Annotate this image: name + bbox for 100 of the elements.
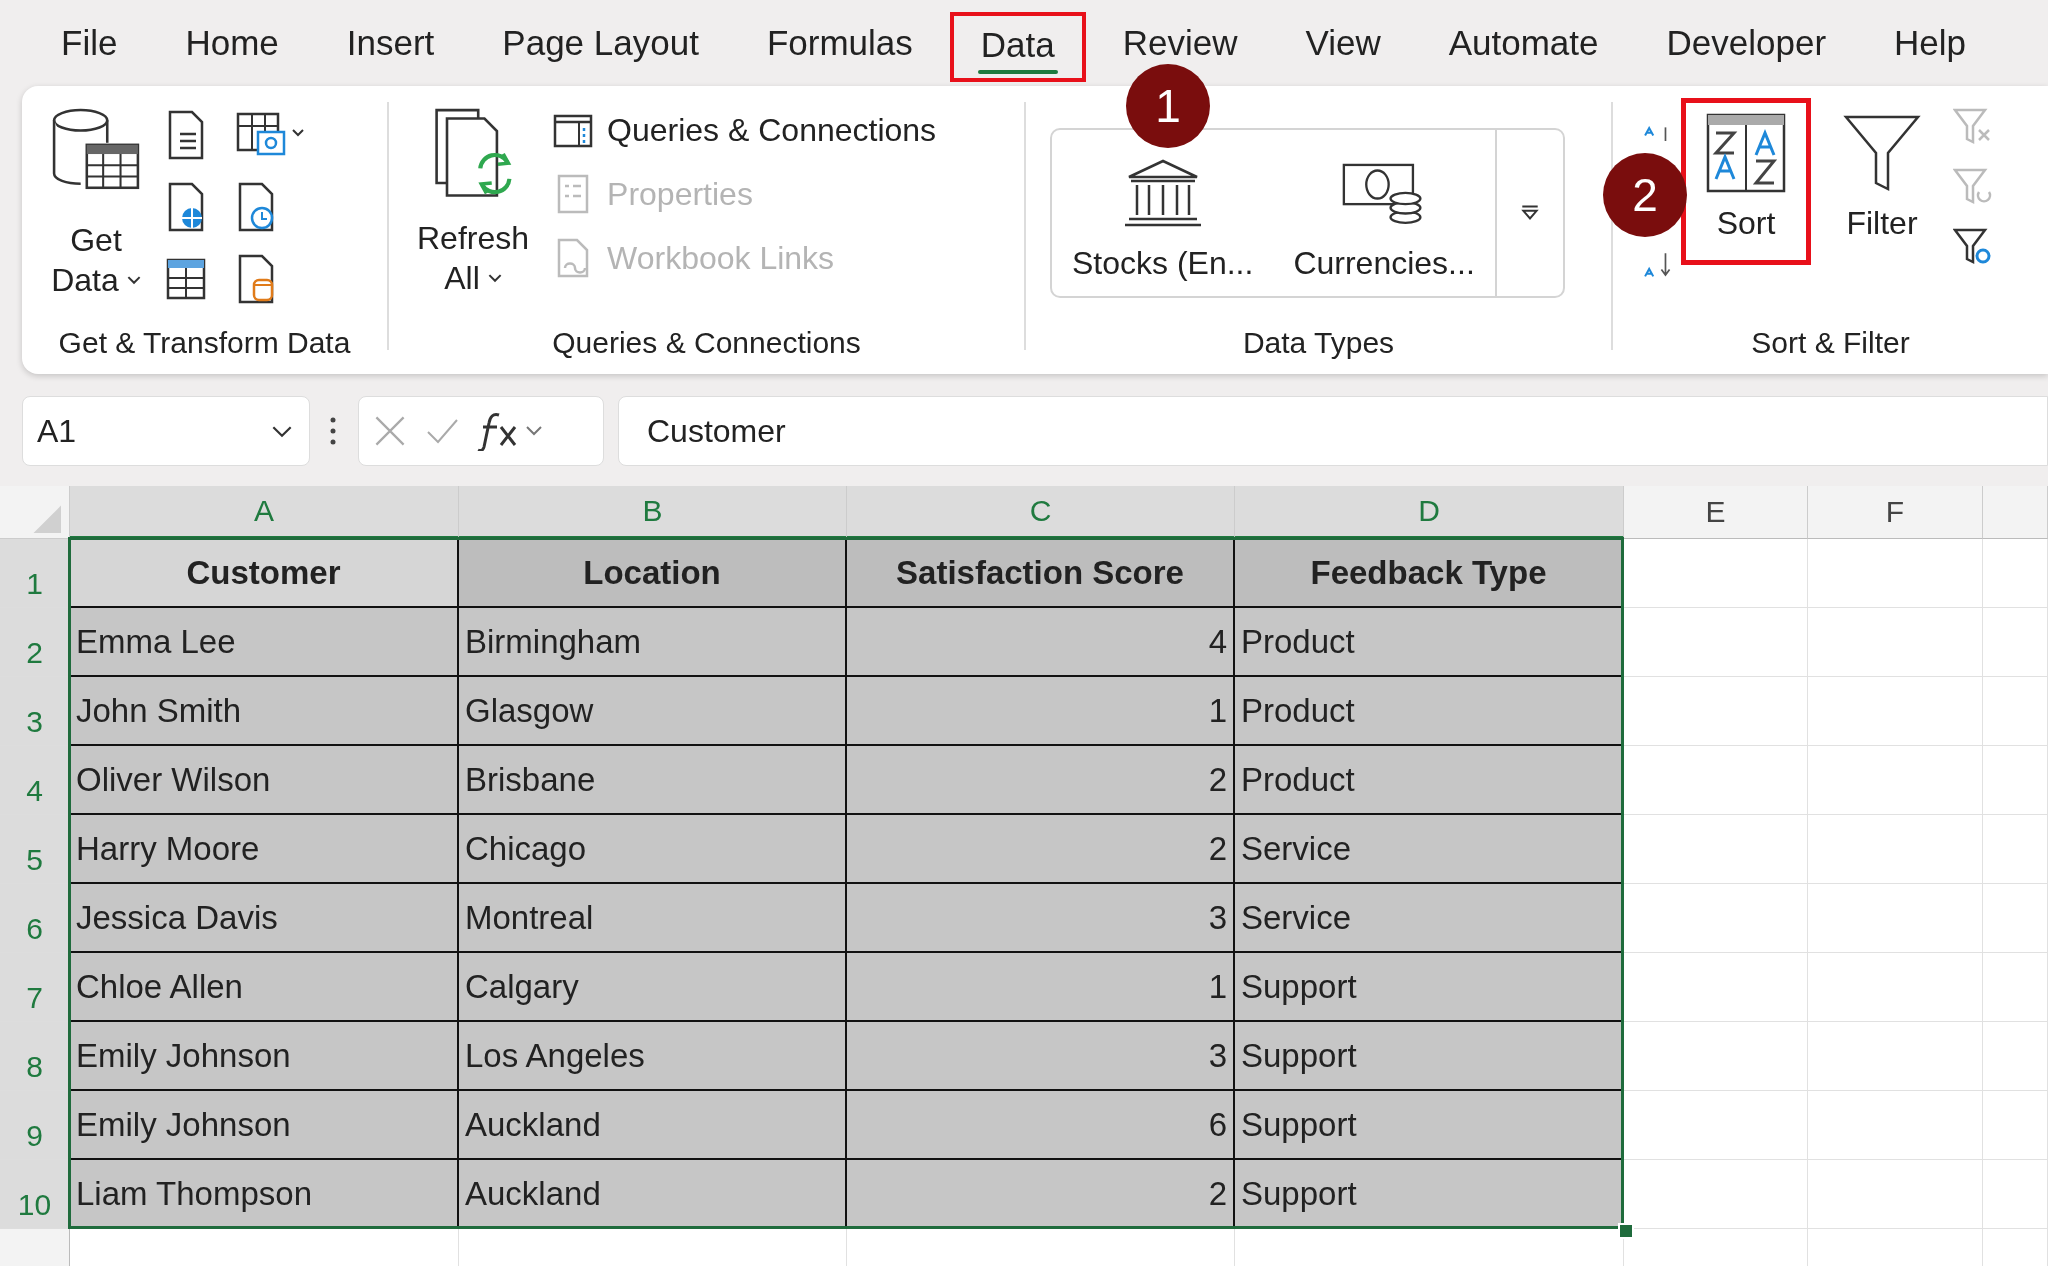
table-cell: 2: [847, 1160, 1235, 1229]
empty-cell: [1983, 1091, 2048, 1160]
table-cell: Feedback Type: [1235, 539, 1624, 608]
ribbon-command[interactable]: Queries & Connections: [553, 110, 937, 150]
table-cell: Brisbane: [459, 746, 847, 815]
get-data-button[interactable]: Get Data: [44, 106, 148, 300]
caret-icon[interactable]: [271, 424, 293, 438]
empty-cell: [1983, 746, 2048, 815]
table-cell: John Smith: [70, 677, 459, 746]
table-cell: Los Angeles: [459, 1022, 847, 1091]
step-badge: 1: [1126, 64, 1210, 148]
caret-icon: [126, 275, 141, 285]
database-file-icon[interactable]: [236, 254, 276, 304]
table-cell: Support: [1235, 1022, 1624, 1091]
table-cell: Birmingham: [459, 608, 847, 677]
row-header[interactable]: 5: [0, 815, 70, 884]
column-header[interactable]: E: [1624, 486, 1808, 539]
empty-cell: [1983, 677, 2048, 746]
web-file-icon[interactable]: [166, 182, 206, 232]
table-cell: Montreal: [459, 884, 847, 953]
ribbon-tab[interactable]: Automate: [1417, 20, 1630, 66]
caret-icon: [487, 273, 502, 283]
table-cell: Calgary: [459, 953, 847, 1022]
empty-cell: [1983, 953, 2048, 1022]
refresh-all-button[interactable]: Refresh All: [411, 106, 536, 298]
table-cell: Jessica Davis: [70, 884, 459, 953]
table-cell: 1: [847, 677, 1235, 746]
ribbon-tab[interactable]: Insert: [315, 20, 466, 66]
empty-cell: [1983, 1022, 2048, 1091]
table-cell: Emily Johnson: [70, 1022, 459, 1091]
group-label: Get & Transform Data: [57, 326, 352, 361]
table-cell: Oliver Wilson: [70, 746, 459, 815]
table-cell: 2: [847, 815, 1235, 884]
table-cell: 6: [847, 1091, 1235, 1160]
row-header[interactable]: 8: [0, 1022, 70, 1091]
empty-cell: [1983, 884, 2048, 953]
empty-cell: [1983, 815, 2048, 884]
table-cell: Harry Moore: [70, 815, 459, 884]
fill-handle[interactable]: [1618, 1223, 1634, 1239]
table-cell: Customer: [70, 539, 459, 608]
sort-button[interactable]: Sort: [1681, 98, 1811, 265]
group-label: Queries & Connections: [551, 326, 862, 361]
row-header[interactable]: 4: [0, 746, 70, 815]
ribbon-tab[interactable]: Help: [1863, 20, 1998, 66]
table-cell: Product: [1235, 677, 1624, 746]
filter-icon: [1842, 113, 1922, 193]
formula-field[interactable]: Customer: [618, 396, 2048, 466]
table-cell: Emily Johnson: [70, 1091, 459, 1160]
table-cell: Product: [1235, 608, 1624, 677]
table-cell: Location: [459, 539, 847, 608]
table-cell: Emma Lee: [70, 608, 459, 677]
table-cell: 4: [847, 608, 1235, 677]
table-cell: Satisfaction Score: [847, 539, 1235, 608]
row-header[interactable]: 10: [0, 1160, 70, 1229]
table-cell: Support: [1235, 1091, 1624, 1160]
column-header[interactable]: A: [70, 486, 459, 539]
text-file-icon[interactable]: [166, 110, 206, 160]
row-header[interactable]: 2: [0, 608, 70, 677]
row-header[interactable]: 9: [0, 1091, 70, 1160]
column-header[interactable]: B: [459, 486, 847, 539]
table-cell: 2: [847, 746, 1235, 815]
table-cell: Chicago: [459, 815, 847, 884]
empty-cell: [1983, 1160, 2048, 1229]
clock-file-icon[interactable]: [236, 182, 276, 232]
table-cell: Support: [1235, 953, 1624, 1022]
ribbon-tab[interactable]: View: [1274, 20, 1412, 66]
table-cell: Glasgow: [459, 677, 847, 746]
ribbon-tab[interactable]: Formulas: [735, 20, 944, 66]
column-header[interactable]: D: [1235, 486, 1624, 539]
ribbon-tab[interactable]: Data: [949, 12, 1086, 82]
row-header[interactable]: 7: [0, 953, 70, 1022]
table-cell: Service: [1235, 815, 1624, 884]
table-cell: Product: [1235, 746, 1624, 815]
advanced-filter-icon[interactable]: [1953, 226, 1993, 266]
empty-cell: [1983, 608, 2048, 677]
table-cell: Chloe Allen: [70, 953, 459, 1022]
table-cell: Liam Thompson: [70, 1160, 459, 1229]
ribbon-tab[interactable]: Page Layout: [471, 20, 730, 66]
table-cell: Support: [1235, 1160, 1624, 1229]
table-cell: Service: [1235, 884, 1624, 953]
row-header[interactable]: 1: [0, 539, 70, 608]
table-cell: Auckland: [459, 1160, 847, 1229]
table-cell: 3: [847, 1022, 1235, 1091]
table-cell: Auckland: [459, 1091, 847, 1160]
group-label: Sort & Filter: [1750, 326, 1911, 361]
ribbon-tab[interactable]: Developer: [1635, 20, 1858, 66]
data-type-button[interactable]: Currencies...: [1273, 130, 1495, 296]
sort-icon: [1706, 113, 1786, 193]
ribbon-tab[interactable]: Home: [154, 20, 310, 66]
more-options-icon[interactable]: [330, 416, 336, 446]
row-header[interactable]: 6: [0, 884, 70, 953]
table-cell: 3: [847, 884, 1235, 953]
ribbon-tab[interactable]: Review: [1091, 20, 1269, 66]
column-header[interactable]: F: [1808, 486, 1983, 539]
ribbon-tab[interactable]: File: [30, 20, 149, 66]
name-box[interactable]: A1: [22, 396, 310, 466]
column-header[interactable]: C: [847, 486, 1235, 539]
filter-button[interactable]: Filter: [1817, 98, 1947, 265]
row-header[interactable]: 3: [0, 677, 70, 746]
group-label: Data Types: [1241, 326, 1396, 361]
